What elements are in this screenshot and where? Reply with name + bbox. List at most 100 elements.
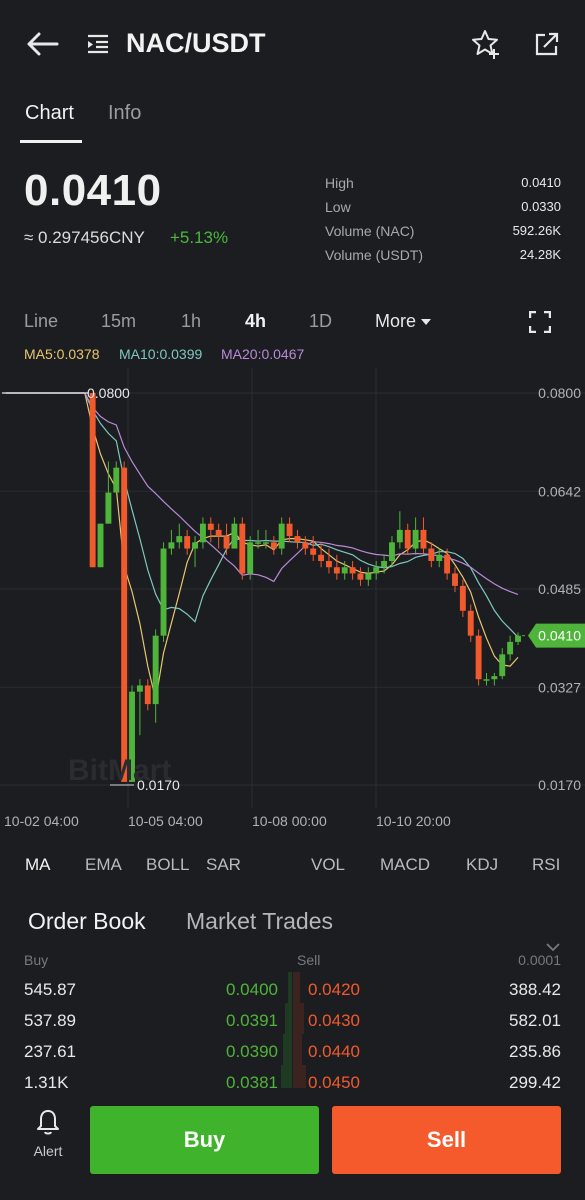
candle-body — [215, 529, 222, 537]
indicator-boll[interactable]: BOLL — [146, 855, 189, 875]
candle-body — [326, 561, 332, 568]
ma20-legend: MA20:0.0467 — [221, 346, 305, 362]
buy-depth-bar — [288, 972, 292, 1003]
menu-list-icon — [88, 34, 108, 54]
candle-body — [278, 523, 285, 549]
indicator-ma[interactable]: MA — [25, 855, 51, 875]
candle-body — [475, 635, 482, 680]
ma5-line — [6, 392, 519, 700]
ma10-line — [6, 392, 519, 638]
candle-body — [365, 573, 372, 580]
interval-line[interactable]: Line — [24, 311, 58, 332]
indicator-ema[interactable]: EMA — [85, 855, 122, 875]
interval-1d[interactable]: 1D — [309, 311, 332, 332]
candle-body — [113, 467, 120, 493]
min-price-label: 0.0170 — [137, 777, 180, 793]
sell-quantity[interactable]: 235.86 — [509, 1042, 561, 1062]
candle-body — [349, 567, 356, 574]
stat-volume-nac-value: 592.26K — [512, 223, 561, 238]
candle-body — [97, 523, 104, 568]
indicator-vol[interactable]: VOL — [311, 855, 345, 875]
candle-body — [310, 548, 317, 555]
fullscreen-button[interactable] — [524, 306, 556, 338]
candle-body — [444, 554, 451, 574]
price-change: +5.13% — [170, 228, 229, 247]
current-price-label: 0.0410 — [538, 628, 581, 644]
buy-price[interactable]: 0.0391 — [226, 1011, 278, 1031]
x-tick-label: 10-08 00:00 — [252, 813, 327, 829]
sell-price[interactable]: 0.0430 — [308, 1011, 360, 1031]
tab-order-book[interactable]: Order Book — [28, 908, 146, 935]
candle-body — [247, 542, 254, 574]
x-tick-label: 10-02 04:00 — [4, 813, 79, 829]
sell-quantity[interactable]: 388.42 — [509, 980, 561, 1000]
x-tick-label: 10-10 20:00 — [376, 813, 451, 829]
candle-body — [507, 641, 514, 655]
candles — [2, 392, 521, 782]
interval-more[interactable]: More — [375, 311, 432, 332]
chart-grid — [0, 368, 585, 808]
candle-body — [184, 536, 191, 549]
candle-body — [89, 393, 96, 568]
fullscreen-icon — [529, 311, 551, 333]
share-icon — [535, 32, 559, 56]
candlestick-chart[interactable]: BitMart 0.08000.06420.04850.03270.0170 1… — [0, 368, 585, 838]
sell-quantity[interactable]: 582.01 — [509, 1011, 561, 1031]
back-button[interactable] — [22, 26, 62, 62]
candle-body — [239, 523, 246, 574]
candle-body — [389, 542, 395, 561]
share-button[interactable] — [530, 26, 564, 62]
candle-body — [381, 561, 388, 568]
interval-1h[interactable]: 1h — [181, 311, 201, 332]
precision-selector[interactable]: 0.0001 — [518, 942, 561, 968]
last-price: 0.0410 — [24, 166, 162, 215]
candle-body — [168, 542, 175, 549]
candle-body — [515, 635, 521, 642]
candle-body — [467, 610, 474, 636]
stat-low-value: 0.0330 — [521, 199, 561, 214]
ma5-legend: MA5:0.0378 — [24, 346, 100, 362]
candle-body — [404, 529, 411, 549]
favorite-button[interactable] — [468, 26, 504, 62]
buy-quantity[interactable]: 537.89 — [24, 1011, 76, 1031]
tab-chart[interactable]: Chart — [25, 102, 74, 125]
buy-button[interactable]: Buy — [90, 1106, 319, 1174]
buy-quantity[interactable]: 545.87 — [24, 980, 76, 1000]
tab-market-trades[interactable]: Market Trades — [186, 908, 333, 935]
y-axis-ticks: 0.0800 0.0642 0.0485 0.0327 0.0170 — [538, 385, 581, 793]
sell-depth-bar — [293, 1034, 302, 1065]
indicator-macd[interactable]: MACD — [380, 855, 430, 875]
candle-body — [105, 492, 112, 524]
indicator-rsi[interactable]: RSI — [532, 855, 560, 875]
candle-body — [396, 529, 403, 543]
cny-price: ≈ 0.297456CNY — [24, 228, 145, 247]
buy-price[interactable]: 0.0400 — [226, 980, 278, 1000]
sell-price[interactable]: 0.0420 — [308, 980, 360, 1000]
y-tick-label: 0.0485 — [538, 581, 581, 597]
candle-body — [255, 542, 262, 544]
candle-body — [223, 536, 230, 549]
candle-body — [121, 467, 128, 782]
alert-button[interactable]: Alert — [22, 1108, 74, 1164]
indicator-sar[interactable]: SAR — [206, 855, 241, 875]
stat-volume-usdt-value: 24.28K — [519, 247, 561, 262]
candle-body — [420, 529, 427, 549]
candle-body — [286, 523, 293, 537]
candle-body — [318, 554, 325, 561]
interval-15m[interactable]: 15m — [101, 311, 136, 332]
buy-quantity[interactable]: 237.61 — [24, 1042, 76, 1062]
interval-more-label: More — [375, 311, 417, 331]
candle-body — [231, 523, 238, 549]
interval-4h[interactable]: 4h — [245, 311, 266, 332]
indicator-kdj[interactable]: KDJ — [466, 855, 498, 875]
tab-info[interactable]: Info — [108, 102, 141, 125]
sell-button[interactable]: Sell — [332, 1106, 561, 1174]
pair-list-button[interactable] — [82, 28, 114, 60]
candle-body — [436, 554, 443, 561]
buy-price[interactable]: 0.0390 — [226, 1042, 278, 1062]
candle-body — [302, 542, 309, 549]
buy-depth-bar — [285, 1003, 292, 1034]
sell-price[interactable]: 0.0440 — [308, 1042, 360, 1062]
y-tick-label: 0.0800 — [538, 385, 581, 401]
precision-value: 0.0001 — [518, 952, 561, 968]
